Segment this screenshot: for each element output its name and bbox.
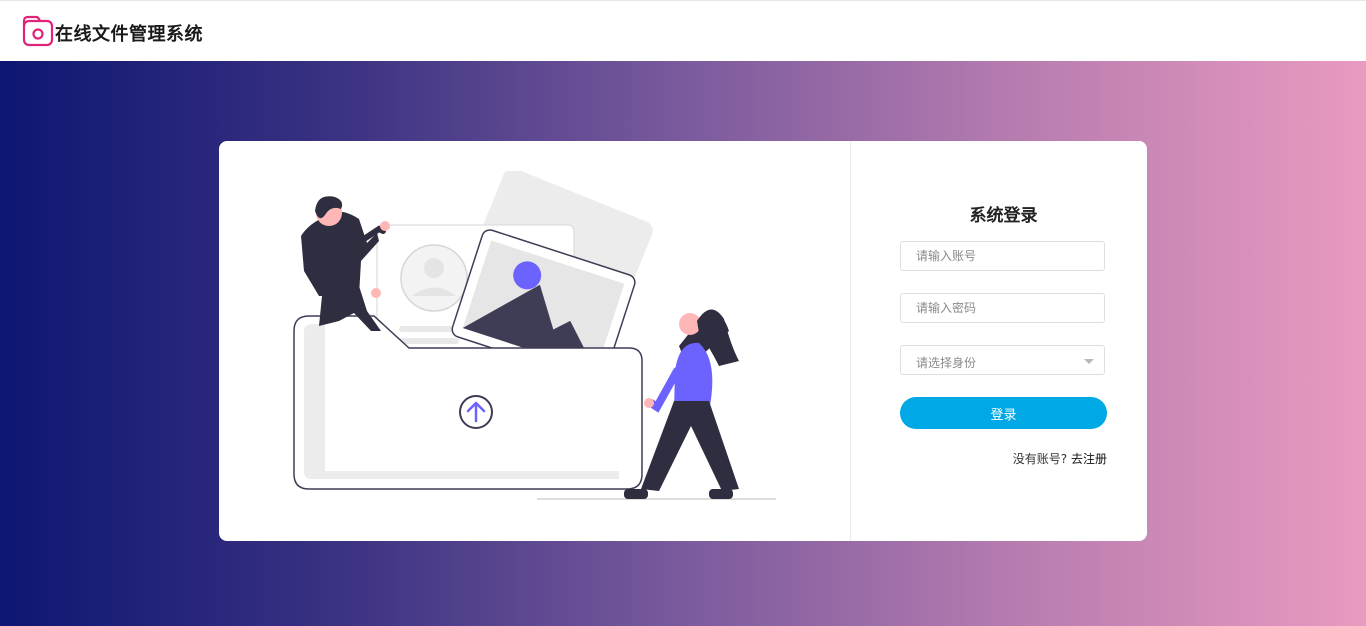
login-button[interactable]: 登录: [900, 397, 1107, 429]
account-input[interactable]: [901, 242, 1104, 270]
card-divider: [850, 141, 851, 541]
account-field: [900, 241, 1105, 271]
register-row: 没有账号? 去注册: [1013, 450, 1107, 467]
login-title: 系统登录: [969, 206, 1038, 226]
role-select[interactable]: 请选择身份: [900, 345, 1105, 375]
role-select-placeholder: 请选择身份: [916, 356, 977, 370]
camera-folder-icon[interactable]: [22, 15, 54, 47]
register-link[interactable]: 去注册: [1071, 452, 1107, 466]
top-bar: 在线文件管理系统: [0, 0, 1366, 61]
password-input[interactable]: [901, 294, 1104, 322]
app-title: 在线文件管理系统: [55, 24, 203, 45]
file-upload-illustration: [293, 171, 776, 500]
login-background: 系统登录 请选择身份 登录 没有账号? 去注册: [0, 61, 1366, 626]
password-field: [900, 293, 1105, 323]
no-account-text: 没有账号?: [1012, 452, 1068, 466]
upload-arrow-icon[interactable]: [459, 395, 493, 429]
login-form: 系统登录 请选择身份 登录 没有账号? 去注册: [900, 141, 1107, 541]
login-card: 系统登录 请选择身份 登录 没有账号? 去注册: [219, 141, 1147, 541]
chevron-down-icon: [1084, 359, 1094, 364]
